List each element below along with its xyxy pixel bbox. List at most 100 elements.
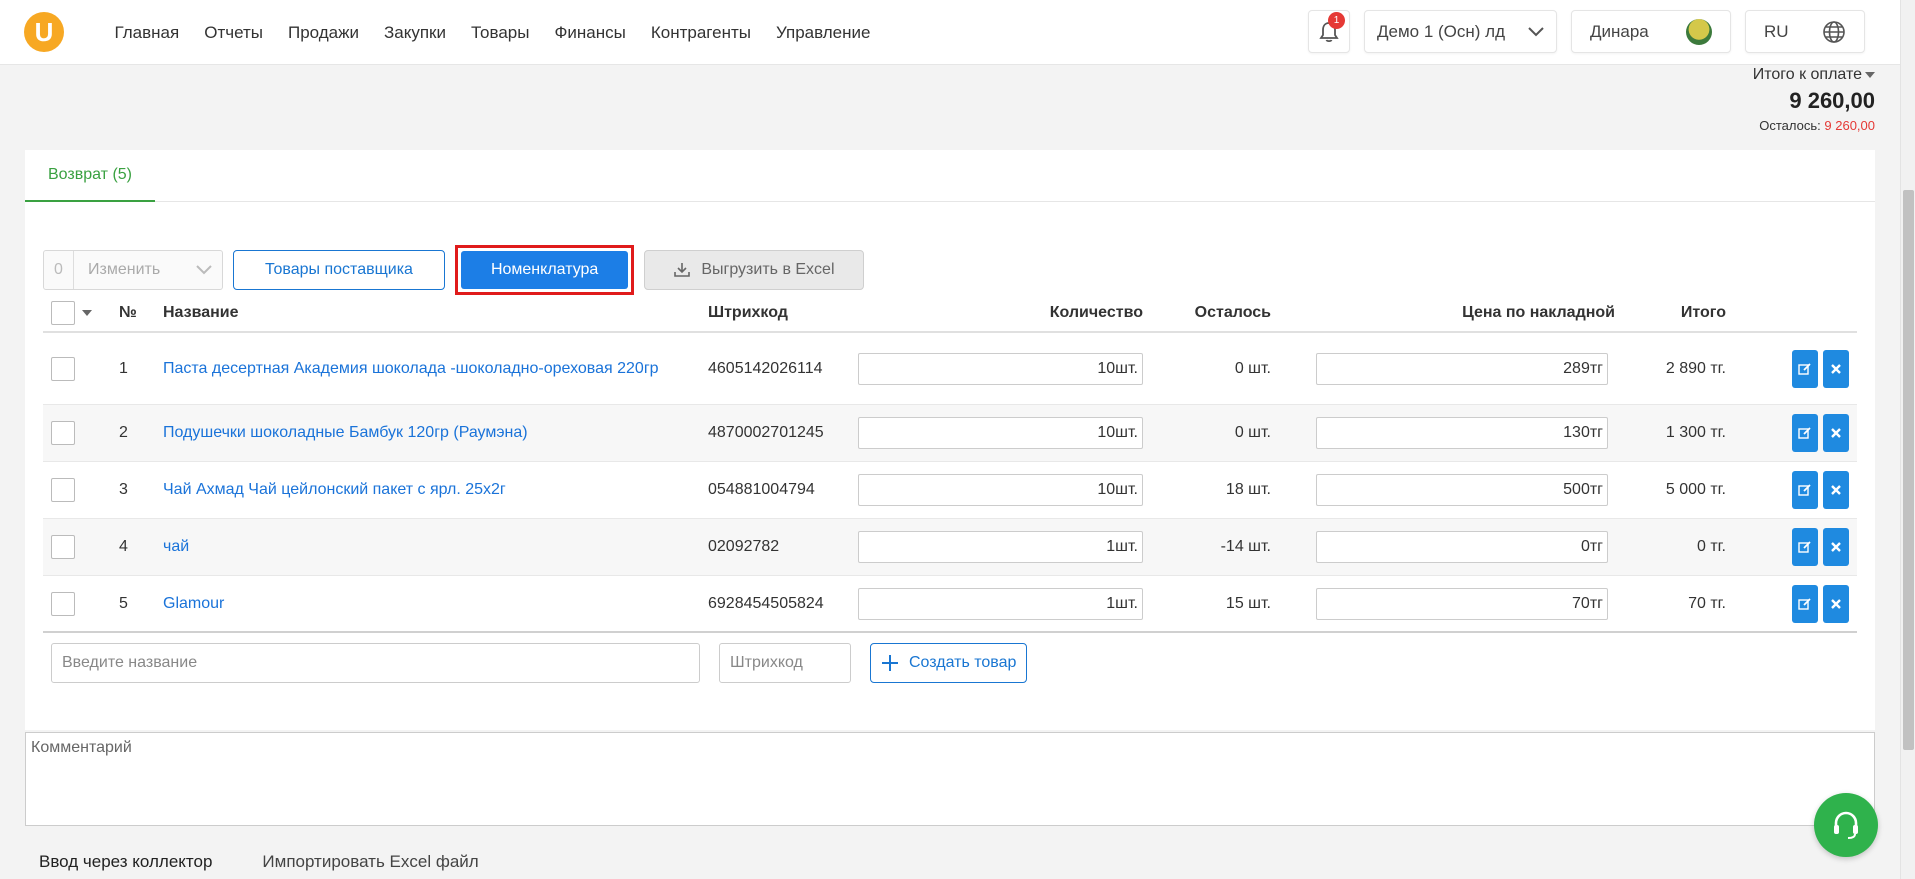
row-checkbox[interactable] xyxy=(51,535,75,559)
change-label: Изменить xyxy=(88,261,161,278)
qty-input[interactable]: 10шт. xyxy=(858,352,1143,385)
tab-import-excel[interactable]: Импортировать Excel файл xyxy=(262,852,478,872)
edit-button[interactable] xyxy=(1792,349,1818,388)
row-barcode: 4605142026114 xyxy=(708,359,823,377)
nomenclature-button[interactable]: Номенклатура xyxy=(460,251,629,289)
row-qty: 10шт. xyxy=(858,474,1148,506)
product-link[interactable]: чай xyxy=(163,538,189,555)
row-left: 18 шт. xyxy=(1225,481,1271,498)
download-icon xyxy=(674,263,691,277)
row-qty: 1шт. xyxy=(858,587,1148,620)
row-barcode: 4870002701245 xyxy=(708,424,824,441)
nav-reports[interactable]: Отчеты xyxy=(192,0,276,65)
header-right: 1 Демо 1 (Осн) лд Динара RU xyxy=(1308,10,1865,53)
edit-button[interactable] xyxy=(1792,471,1818,509)
chevron-down-icon xyxy=(1528,26,1544,36)
chevron-down-icon xyxy=(196,265,212,275)
row-price: 500тг xyxy=(1271,474,1616,506)
price-input[interactable]: 289тг xyxy=(1316,352,1608,385)
row-total: 70 тг. xyxy=(1688,594,1726,612)
row-checkbox[interactable] xyxy=(51,421,75,445)
nav-finance[interactable]: Финансы xyxy=(542,0,638,65)
qty-input[interactable]: 1шт. xyxy=(858,531,1143,563)
caret-down-icon xyxy=(1865,72,1875,79)
nav-purchases[interactable]: Закупки xyxy=(371,0,458,65)
product-link[interactable]: Подушечки шоколадные Бамбук 120гр (Раумэ… xyxy=(163,424,528,441)
col-total: Итого xyxy=(1680,304,1726,321)
company-name: Демо 1 (Осн) лд xyxy=(1377,21,1506,41)
row-left: 0 шт. xyxy=(1234,424,1271,441)
row-num: 4 xyxy=(119,538,128,555)
create-product-button[interactable]: Создать товар xyxy=(870,643,1028,683)
supplier-goods-button[interactable]: Товары поставщика xyxy=(233,250,445,290)
bulk-change-dropdown[interactable]: 0 Изменить xyxy=(43,250,223,290)
edit-button[interactable] xyxy=(1792,528,1818,566)
logo[interactable]: U xyxy=(24,12,64,52)
qty-input[interactable]: 10шт. xyxy=(858,474,1143,506)
support-chat-button[interactable] xyxy=(1814,793,1878,857)
export-excel-button[interactable]: Выгрузить в Excel xyxy=(644,250,864,290)
close-icon xyxy=(1831,485,1841,495)
row-num: 1 xyxy=(119,359,128,377)
tab-return[interactable]: Возврат (5) xyxy=(25,150,155,202)
delete-button[interactable] xyxy=(1823,471,1849,509)
row-qty: 10шт. xyxy=(858,352,1148,385)
row-checkbox[interactable] xyxy=(51,478,75,502)
totals-label-row[interactable]: Итого к оплате xyxy=(1753,66,1875,84)
product-link[interactable]: Паста десертная Академия шоколада -шокол… xyxy=(163,360,659,377)
close-icon xyxy=(1831,363,1841,374)
product-link[interactable]: Чай Ахмад Чай цейлонский пакет с ярл. 25… xyxy=(163,481,506,498)
row-name: Подушечки шоколадные Бамбук 120гр (Раумэ… xyxy=(163,424,708,442)
price-input[interactable]: 70тг xyxy=(1316,587,1608,620)
nav-sales[interactable]: Продажи xyxy=(275,0,371,65)
price-input[interactable]: 500тг xyxy=(1316,474,1608,506)
caret-down-icon[interactable] xyxy=(82,310,92,316)
notifications-button[interactable]: 1 xyxy=(1308,10,1350,53)
close-icon xyxy=(1831,542,1841,552)
price-input[interactable]: 130тг xyxy=(1316,417,1608,449)
row-left: 15 шт. xyxy=(1225,594,1271,612)
delete-button[interactable] xyxy=(1823,349,1849,388)
nav-home[interactable]: Главная xyxy=(102,0,192,65)
delete-button[interactable] xyxy=(1823,584,1849,623)
scroll-thumb[interactable] xyxy=(1903,190,1914,750)
qty-input[interactable]: 10шт. xyxy=(858,417,1143,449)
page-scrollbar[interactable] xyxy=(1900,0,1915,879)
delete-button[interactable] xyxy=(1823,414,1849,452)
delete-button[interactable] xyxy=(1823,528,1849,566)
row-checkbox[interactable] xyxy=(51,591,75,616)
row-barcode: 6928454505824 xyxy=(708,594,824,612)
row-select xyxy=(43,535,101,559)
qty-input[interactable]: 1шт. xyxy=(858,587,1143,620)
col-barcode: Штрихкод xyxy=(708,304,788,321)
col-price: Цена по накладной xyxy=(1462,304,1615,321)
product-name-input[interactable]: Введите название xyxy=(51,643,700,683)
product-link[interactable]: Glamour xyxy=(163,595,224,612)
row-left: 0 шт. xyxy=(1234,359,1271,377)
remaining-value: 9 260,00 xyxy=(1824,118,1875,133)
price-input[interactable]: 0тг xyxy=(1316,531,1608,563)
edit-button[interactable] xyxy=(1792,584,1818,623)
nav-contractors[interactable]: Контрагенты xyxy=(638,0,763,65)
tab-divider xyxy=(155,201,1875,202)
language-selector[interactable]: RU xyxy=(1745,10,1865,53)
select-all-checkbox[interactable] xyxy=(51,301,75,325)
row-price: 130тг xyxy=(1271,417,1616,449)
close-icon xyxy=(1831,598,1841,609)
company-selector[interactable]: Демо 1 (Осн) лд xyxy=(1364,10,1557,53)
plus-icon xyxy=(882,655,898,671)
main-nav: Главная Отчеты Продажи Закупки Товары Фи… xyxy=(102,0,883,65)
row-price: 289тг xyxy=(1271,352,1616,385)
comment-textarea[interactable]: Комментарий xyxy=(25,732,1875,826)
row-checkbox[interactable] xyxy=(51,356,75,381)
globe-icon xyxy=(1823,20,1845,43)
tab-collector[interactable]: Ввод через коллектор xyxy=(39,852,212,872)
nav-goods[interactable]: Товары xyxy=(458,0,541,65)
row-left: -14 шт. xyxy=(1220,538,1271,555)
row-select xyxy=(43,478,101,502)
edit-button[interactable] xyxy=(1792,414,1818,452)
user-menu[interactable]: Динара xyxy=(1571,10,1731,53)
barcode-input[interactable]: Штрихкод xyxy=(719,643,851,683)
totals-summary: Итого к оплате 9 260,00 Осталось: 9 260,… xyxy=(1753,66,1875,133)
nav-management[interactable]: Управление xyxy=(763,0,883,65)
